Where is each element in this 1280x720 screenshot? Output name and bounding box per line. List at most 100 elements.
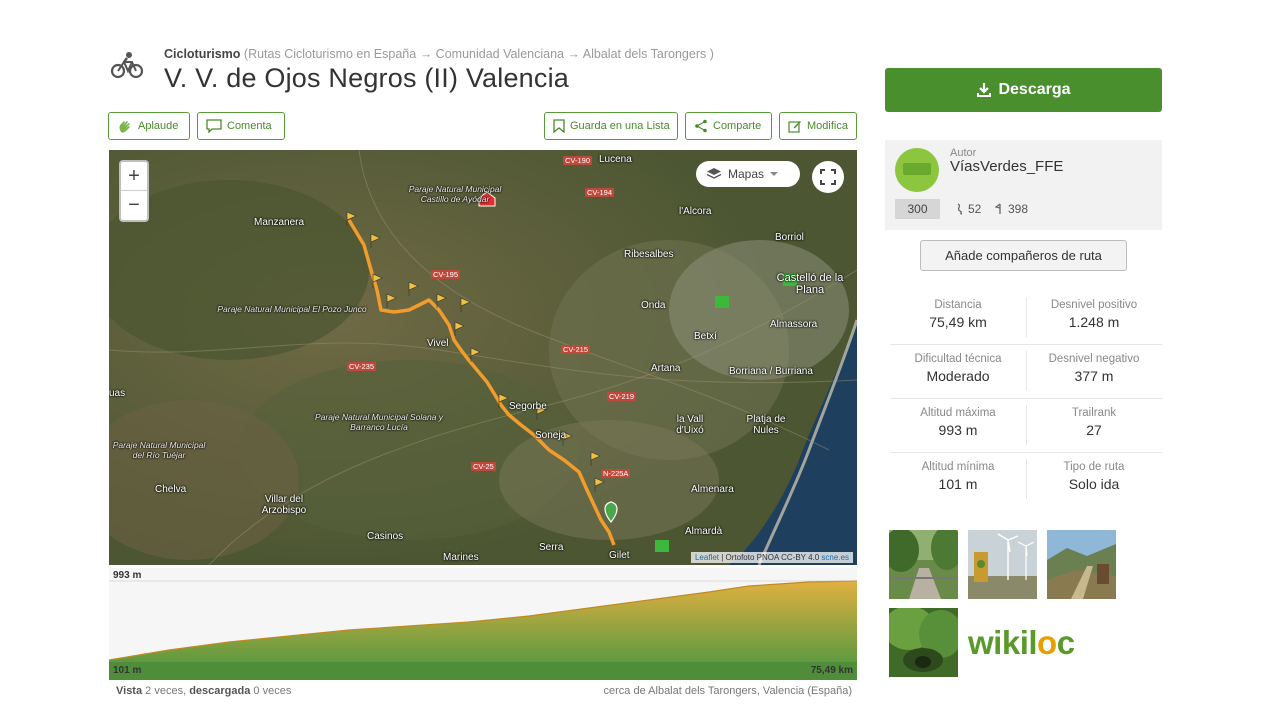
author-routes: 52 bbox=[955, 202, 981, 216]
comment-label: Comenta bbox=[227, 120, 272, 132]
map-place-label: Paraje Natural Municipal Castillo de Ayó… bbox=[408, 184, 502, 204]
map-place-label: Artana bbox=[651, 363, 681, 374]
stat-value: 993 m bbox=[938, 422, 978, 438]
map-road-label: CV-215 bbox=[561, 345, 591, 354]
map-place-label: Almassora bbox=[770, 319, 818, 330]
scne-link[interactable]: scne.es bbox=[821, 553, 849, 562]
map-place-label: la Vall d'Uixó bbox=[676, 414, 704, 436]
stat-max-altitude: Altitud máxima 993 m bbox=[890, 398, 1026, 452]
zoom-out-button[interactable]: − bbox=[121, 191, 147, 220]
map-place-label: Villar del Arzobispo bbox=[261, 494, 307, 516]
stat-value: 101 m bbox=[938, 476, 978, 492]
photo-thumbnail[interactable] bbox=[889, 530, 958, 599]
fullscreen-icon bbox=[820, 169, 836, 185]
map-place-label: Platja de Nules bbox=[746, 414, 786, 436]
breadcrumb-link-town[interactable]: Albalat dels Tarongers bbox=[583, 47, 706, 61]
fullscreen-button[interactable] bbox=[812, 161, 844, 193]
breadcrumb-separator: → bbox=[419, 47, 433, 61]
stat-label: Trailrank bbox=[1071, 407, 1117, 419]
stat-difficulty: Dificultad técnica Moderado bbox=[890, 344, 1026, 398]
route-meta: Vista 2 veces, descargada 0 veces cerca … bbox=[116, 685, 852, 697]
author-name[interactable]: VíasVerdes_FFE bbox=[950, 158, 1063, 175]
map-road-label: CV-219 bbox=[607, 392, 637, 401]
stat-elevation-loss: Desnivel negativo 377 m bbox=[1026, 344, 1162, 398]
photo-thumbnail[interactable] bbox=[968, 530, 1037, 599]
stat-value: Moderado bbox=[926, 368, 990, 384]
map-place-label: Betxí bbox=[694, 331, 717, 342]
map-place-label: Vivel bbox=[427, 338, 449, 349]
photo-thumbnail[interactable] bbox=[889, 608, 958, 677]
map-layer-button[interactable]: Mapas bbox=[696, 161, 800, 187]
logo-text-o: o bbox=[1037, 624, 1057, 661]
stat-distance: Distancia 75,49 km bbox=[890, 290, 1026, 344]
map-place-label: Borriol bbox=[775, 232, 804, 243]
stat-label: Distancia bbox=[934, 299, 982, 311]
route-map[interactable]: + − Mapas Manzanera Paraje Natural Munic… bbox=[109, 150, 857, 565]
download-button[interactable]: Descarga bbox=[885, 68, 1162, 112]
edit-label: Modifica bbox=[807, 120, 848, 132]
avatar[interactable] bbox=[895, 148, 939, 192]
stat-value: 377 m bbox=[1074, 368, 1114, 384]
applaud-button[interactable]: Aplaude bbox=[108, 112, 190, 140]
stat-label: Altitud mínima bbox=[921, 461, 995, 473]
action-bar: Aplaude Comenta Guarda en una Lista Comp… bbox=[108, 112, 858, 140]
map-place-label: uas bbox=[109, 388, 126, 399]
stat-label: Altitud máxima bbox=[920, 407, 996, 419]
map-place-label: Casinos bbox=[367, 531, 404, 542]
map-place-label: Borriana / Burriana bbox=[729, 366, 813, 377]
map-place-label: Almardà bbox=[685, 526, 723, 537]
stat-label: Tipo de ruta bbox=[1063, 461, 1125, 473]
map-attribution: Leaflet | Ortofoto PNOA CC-BY 4.0 scne.e… bbox=[690, 552, 853, 563]
map-place-label: Chelva bbox=[155, 484, 187, 495]
stat-label: Dificultad técnica bbox=[914, 353, 1002, 365]
map-place-label: Onda bbox=[641, 300, 666, 311]
breadcrumb: Cicloturismo (Rutas Cicloturismo en Espa… bbox=[164, 47, 714, 61]
wikiloc-logo[interactable]: wikiloc bbox=[968, 624, 1118, 668]
downloads-label: descargada bbox=[189, 685, 251, 697]
map-place-label: Serra bbox=[539, 542, 564, 553]
map-road-label: CV-190 bbox=[563, 156, 593, 165]
stat-value: 1.248 m bbox=[1068, 314, 1120, 330]
author-followers-count: 398 bbox=[1008, 202, 1029, 216]
share-icon bbox=[695, 119, 707, 133]
download-icon bbox=[977, 83, 992, 97]
author-card: 300 Autor VíasVerdes_FFE 52 398 bbox=[885, 140, 1162, 230]
save-to-list-button[interactable]: Guarda en una Lista bbox=[544, 112, 678, 140]
map-place-label: Gilet bbox=[609, 550, 630, 561]
share-label: Comparte bbox=[713, 120, 762, 132]
map-road-label: CV-25 bbox=[471, 462, 496, 471]
map-place-label: Lucena bbox=[599, 154, 632, 165]
route-location[interactable]: cerca de Albalat dels Tarongers, Valenci… bbox=[604, 685, 852, 697]
breadcrumb-category[interactable]: Cicloturismo bbox=[164, 47, 240, 61]
page-title: V. V. de Ojos Negros (II) Valencia bbox=[164, 63, 570, 93]
route-header: Cicloturismo (Rutas Cicloturismo en Espa… bbox=[110, 44, 860, 100]
map-place-label: Segorbe bbox=[509, 401, 547, 412]
stat-min-altitude: Altitud mínima 101 m bbox=[890, 452, 1026, 506]
map-place-label: Ribesalbes bbox=[624, 249, 674, 260]
stat-label: Desnivel negativo bbox=[1048, 353, 1140, 365]
breadcrumb-link-region[interactable]: Comunidad Valenciana bbox=[436, 47, 564, 61]
author-rank: 300 bbox=[895, 199, 940, 219]
photo-thumbnail[interactable] bbox=[1047, 530, 1116, 599]
flag-icon bbox=[995, 203, 1001, 214]
map-place-label: Castelló de la Plana bbox=[776, 272, 844, 296]
stat-value: 75,49 km bbox=[929, 314, 987, 330]
route-stats: Distancia 75,49 km Desnivel positivo 1.2… bbox=[890, 290, 1162, 505]
breadcrumb-link-spain[interactable]: Rutas Cicloturismo en España bbox=[248, 47, 416, 61]
bookmark-icon bbox=[553, 119, 565, 133]
elevation-profile[interactable]: 993 m 101 m 75,49 km bbox=[109, 568, 857, 680]
edit-button[interactable]: Modifica bbox=[779, 112, 857, 140]
leaflet-link[interactable]: Leaflet bbox=[695, 553, 719, 562]
map-satellite-layer bbox=[109, 150, 857, 565]
elevation-chart bbox=[109, 580, 857, 680]
stat-value: 27 bbox=[1086, 422, 1102, 438]
zoom-in-button[interactable]: + bbox=[121, 162, 147, 191]
map-place-label: Paraje Natural Municipal Solana y Barran… bbox=[314, 412, 444, 432]
add-companions-button[interactable]: Añade compañeros de ruta bbox=[920, 240, 1127, 271]
comment-button[interactable]: Comenta bbox=[197, 112, 285, 140]
map-place-label: Manzanera bbox=[254, 217, 305, 228]
zoom-control: + − bbox=[119, 160, 149, 222]
applaud-label: Aplaude bbox=[138, 120, 179, 132]
author-routes-count: 52 bbox=[968, 202, 982, 216]
share-button[interactable]: Comparte bbox=[685, 112, 772, 140]
